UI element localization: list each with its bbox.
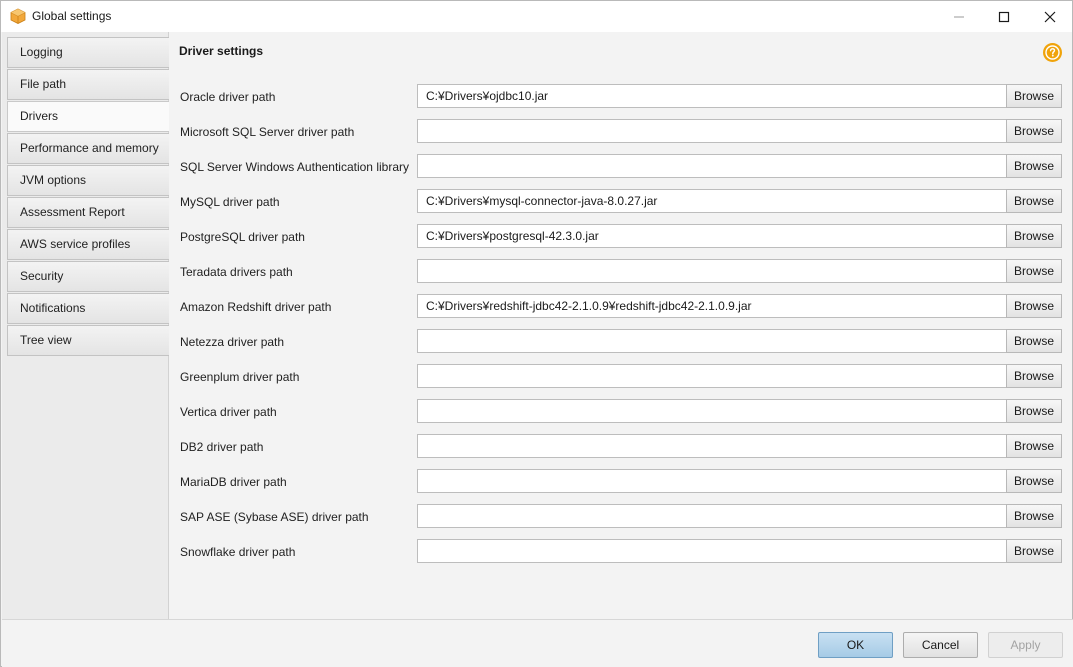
nav-item-assessment-report[interactable]: Assessment Report [7, 197, 169, 228]
dialog-footer: OK Cancel Apply [2, 619, 1073, 667]
nav-item-aws-service-profiles[interactable]: AWS service profiles [7, 229, 169, 260]
mariadb-driver-path-input[interactable] [417, 469, 1007, 493]
oracle-driver-path-input[interactable] [417, 84, 1007, 108]
redshift-browse-button[interactable]: Browse [1006, 294, 1062, 318]
snowflake-driver-label: Snowflake driver path [180, 545, 296, 559]
section-title: Driver settings [179, 44, 264, 58]
window-title: Global settings [32, 9, 112, 23]
nav-item-security[interactable]: Security [7, 261, 169, 292]
mysql-driver-label: MySQL driver path [180, 195, 280, 209]
minimize-button[interactable] [936, 1, 982, 32]
mariadb-browse-button[interactable]: Browse [1006, 469, 1062, 493]
maximize-icon [998, 11, 1010, 22]
snowflake-browse-button[interactable]: Browse [1006, 539, 1062, 563]
oracle-browse-button[interactable]: Browse [1006, 84, 1062, 108]
db2-driver-label: DB2 driver path [180, 440, 264, 454]
nav-item-performance-and-memory[interactable]: Performance and memory [7, 133, 169, 164]
mysql-browse-button[interactable]: Browse [1006, 189, 1062, 213]
sqlserver-browse-button[interactable]: Browse [1006, 119, 1062, 143]
sqlserver-driver-path-input[interactable] [417, 119, 1007, 143]
nav-item-file-path[interactable]: File path [7, 69, 169, 100]
greenplum-browse-button[interactable]: Browse [1006, 364, 1062, 388]
postgresql-browse-button[interactable]: Browse [1006, 224, 1062, 248]
db2-driver-path-input[interactable] [417, 434, 1007, 458]
nav-item-drivers[interactable]: Drivers [7, 101, 169, 132]
nav-item-logging[interactable]: Logging [7, 37, 169, 68]
minimize-icon [954, 16, 964, 17]
sap-ase-driver-label: SAP ASE (Sybase ASE) driver path [180, 510, 369, 524]
mysql-driver-path-input[interactable] [417, 189, 1007, 213]
redshift-driver-path-input[interactable] [417, 294, 1007, 318]
close-icon [1044, 11, 1056, 22]
title-bar[interactable]: Global settings [1, 1, 1072, 32]
greenplum-driver-label: Greenplum driver path [180, 370, 300, 384]
teradata-browse-button[interactable]: Browse [1006, 259, 1062, 283]
teradata-driver-path-input[interactable] [417, 259, 1007, 283]
greenplum-driver-path-input[interactable] [417, 364, 1007, 388]
nav-item-jvm-options[interactable]: JVM options [7, 165, 169, 196]
nav-item-tree-view[interactable]: Tree view [7, 325, 169, 356]
redshift-driver-label: Amazon Redshift driver path [180, 300, 332, 314]
nav-item-notifications[interactable]: Notifications [7, 293, 169, 324]
settings-nav: Logging File path Drivers Performance an… [2, 32, 169, 619]
ok-button[interactable]: OK [818, 632, 893, 658]
sqlserver-auth-library-label: SQL Server Windows Authentication librar… [180, 160, 409, 174]
netezza-driver-label: Netezza driver path [180, 335, 285, 349]
vertica-browse-button[interactable]: Browse [1006, 399, 1062, 423]
vertica-driver-path-input[interactable] [417, 399, 1007, 423]
vertica-driver-label: Vertica driver path [180, 405, 277, 419]
sap-ase-driver-path-input[interactable] [417, 504, 1007, 528]
postgresql-driver-path-input[interactable] [417, 224, 1007, 248]
mariadb-driver-label: MariaDB driver path [180, 475, 287, 489]
db2-browse-button[interactable]: Browse [1006, 434, 1062, 458]
sqlserver-auth-library-input[interactable] [417, 154, 1007, 178]
maximize-button[interactable] [981, 1, 1027, 32]
driver-settings-panel: Driver settings Oracle driver path Brows… [170, 32, 1072, 619]
help-icon[interactable] [1042, 42, 1063, 63]
netezza-driver-path-input[interactable] [417, 329, 1007, 353]
close-button[interactable] [1027, 1, 1073, 32]
sap-ase-browse-button[interactable]: Browse [1006, 504, 1062, 528]
netezza-browse-button[interactable]: Browse [1006, 329, 1062, 353]
teradata-driver-label: Teradata drivers path [180, 265, 293, 279]
oracle-driver-label: Oracle driver path [180, 90, 276, 104]
cancel-button[interactable]: Cancel [903, 632, 978, 658]
snowflake-driver-path-input[interactable] [417, 539, 1007, 563]
aws-cube-icon [10, 8, 26, 24]
sqlserver-driver-label: Microsoft SQL Server driver path [180, 125, 355, 139]
global-settings-window: Global settings Logging File path Driver… [0, 0, 1073, 667]
apply-button[interactable]: Apply [988, 632, 1063, 658]
postgresql-driver-label: PostgreSQL driver path [180, 230, 305, 244]
sqlserver-auth-browse-button[interactable]: Browse [1006, 154, 1062, 178]
